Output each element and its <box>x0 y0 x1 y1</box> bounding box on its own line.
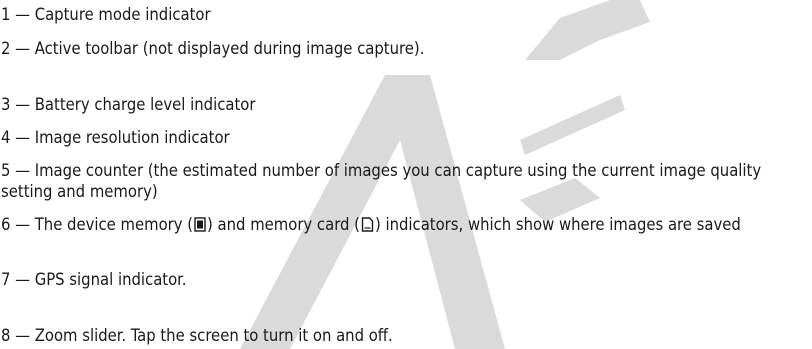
device-memory-icon <box>194 216 206 237</box>
legend-item-1: 1 — Capture mode indicator <box>1 5 211 24</box>
legend-item-6-text-before: 6 — The device memory ( <box>1 215 194 234</box>
legend-item-3: 3 — Battery charge level indicator <box>1 95 256 114</box>
legend-item-8: 8 — Zoom slider. Tap the screen to turn … <box>1 326 393 345</box>
memory-card-icon <box>361 216 374 237</box>
legend-item-4: 4 — Image resolution indicator <box>1 128 230 147</box>
legend-item-2: 2 — Active toolbar (not displayed during… <box>1 39 425 58</box>
legend-item-5: 5 — Image counter (the estimated number … <box>1 161 762 201</box>
legend-item-6-text-after: ) indicators, which show where images ar… <box>374 215 741 234</box>
legend-item-6-text-middle: ) and memory card ( <box>207 215 360 234</box>
legend-item-7: 7 — GPS signal indicator. <box>1 270 187 289</box>
watermark-letter-a <box>240 75 505 349</box>
manual-page: 1 — Capture mode indicator 2 — Active to… <box>0 0 812 349</box>
legend-item-6: 6 — The device memory ( ) and memory card… <box>1 214 809 237</box>
